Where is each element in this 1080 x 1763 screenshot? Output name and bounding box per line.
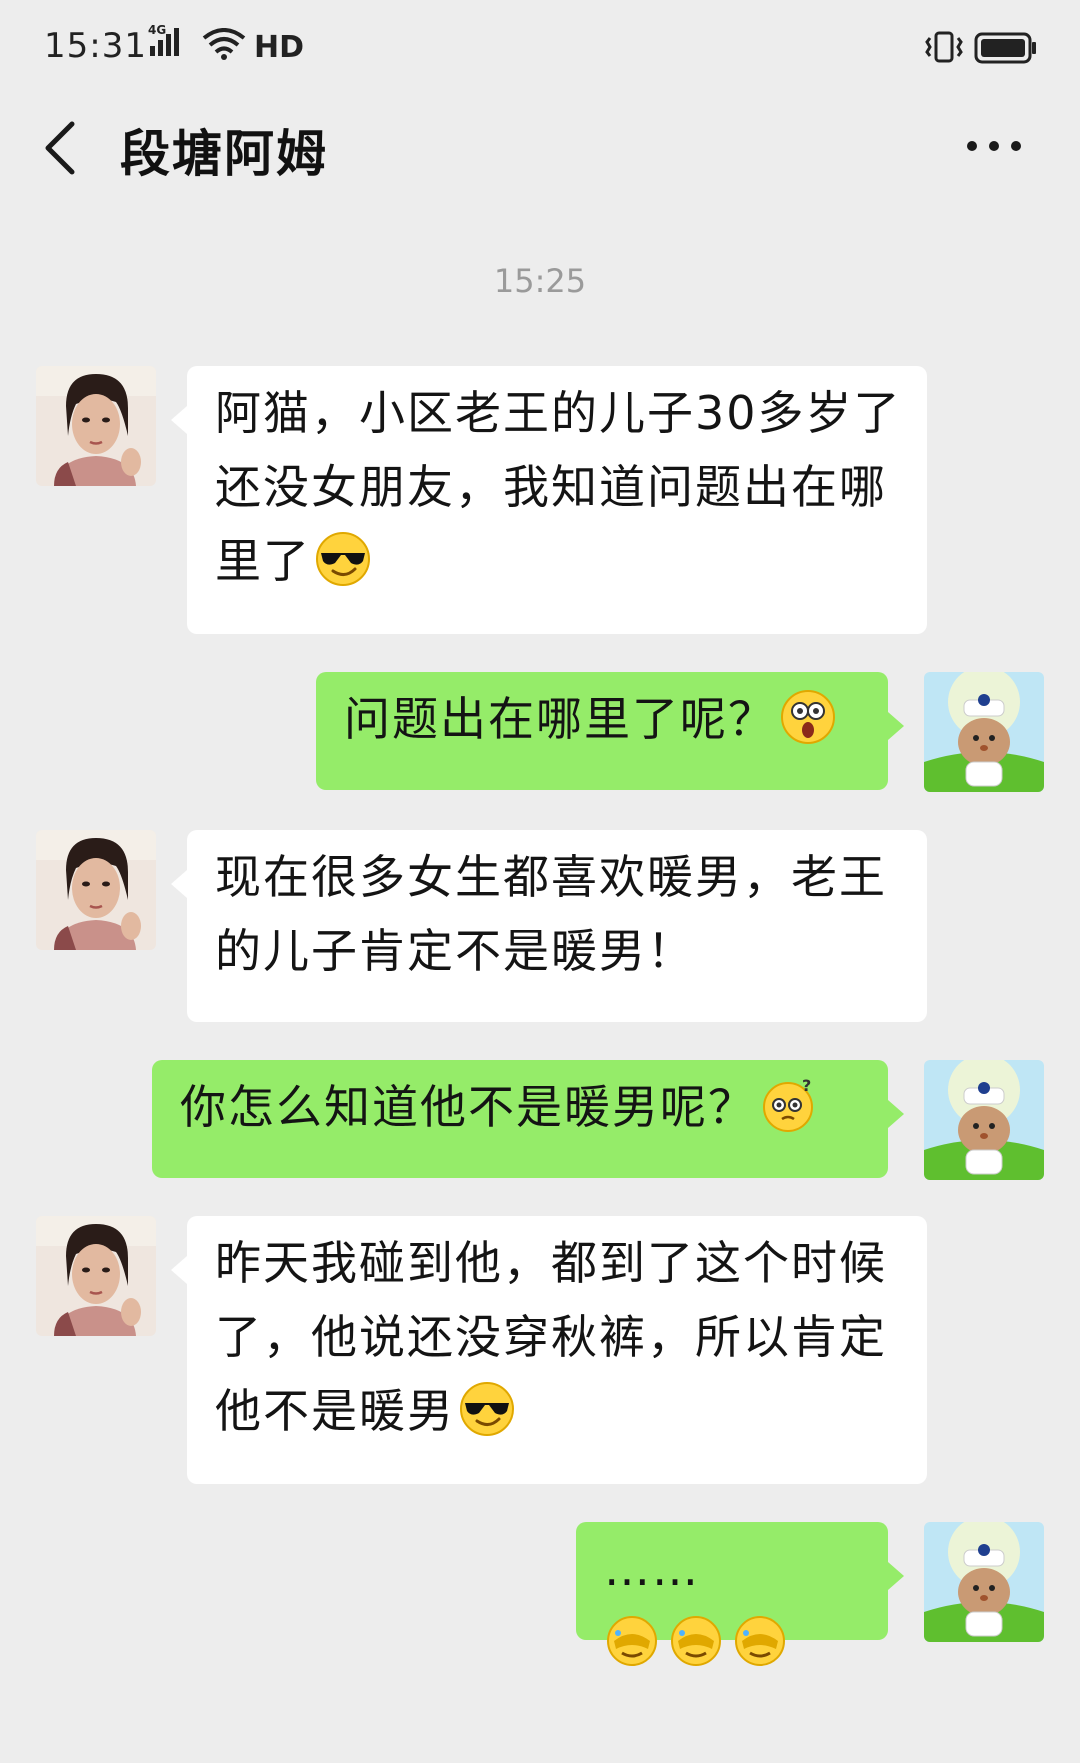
- more-dots-icon: [967, 141, 1021, 151]
- hd-indicator: HD: [254, 30, 305, 65]
- status-time: 15:31: [44, 26, 147, 66]
- wifi-icon: [202, 28, 246, 64]
- svg-text:4G: 4G: [148, 23, 166, 37]
- puzzled-face-emoji-icon: ?: [760, 1076, 816, 1133]
- message-bubble-incoming[interactable]: 阿猫，小区老王的儿子30多岁了还没女朋友，我知道问题出在哪里了: [171, 366, 927, 634]
- svg-text:?: ?: [802, 1077, 813, 1095]
- status-bar: 15:31 4G HD: [0, 0, 1080, 90]
- my-avatar[interactable]: [924, 1060, 1044, 1180]
- message-timestamp: 15:25: [493, 262, 587, 300]
- contact-avatar[interactable]: [36, 830, 156, 950]
- message-text: ……: [604, 1542, 700, 1596]
- chevron-left-icon: [45, 121, 75, 175]
- message-bubble-outgoing[interactable]: ……: [576, 1522, 904, 1666]
- message-bubble-incoming[interactable]: 昨天我碰到他，都到了这个时候了，他说还没穿秋裤，所以肯定他不是暖男: [171, 1216, 927, 1484]
- message-bubble-incoming[interactable]: 现在很多女生都喜欢暖男，老王的儿子肯定不是暖男！: [171, 830, 927, 1022]
- more-options-button[interactable]: [964, 126, 1024, 166]
- message-text: 问题出在哪里了呢？: [344, 692, 776, 746]
- contact-avatar[interactable]: [36, 1216, 156, 1336]
- chat-title: 段塘阿姆: [120, 125, 328, 183]
- my-avatar[interactable]: [924, 1522, 1044, 1642]
- back-button[interactable]: [38, 118, 88, 178]
- message-bubble-outgoing[interactable]: 你怎么知道他不是暖男呢？ ?: [152, 1060, 904, 1178]
- my-avatar[interactable]: [924, 672, 1044, 792]
- shocked-face-emoji-icon: [780, 689, 836, 745]
- cool-sunglasses-emoji-icon: [459, 1381, 515, 1437]
- contact-avatar[interactable]: [36, 366, 156, 486]
- vibrate-mode-icon: [924, 30, 964, 68]
- cellular-signal-icon: 4G: [148, 22, 196, 62]
- facepalm-emoji-icon: [604, 1613, 794, 1669]
- message-bubble-outgoing[interactable]: 问题出在哪里了呢？: [316, 672, 904, 790]
- message-text: 你怎么知道他不是暖男呢？: [180, 1080, 756, 1134]
- message-text: 现在很多女生都喜欢暖男，老王的儿子肯定不是暖男！: [215, 850, 887, 978]
- message-text: 昨天我碰到他，都到了这个时候了，他说还没穿秋裤，所以肯定他不是暖男: [215, 1236, 887, 1438]
- chat-header: 段塘阿姆: [0, 90, 1080, 200]
- cool-sunglasses-emoji-icon: [315, 531, 371, 587]
- battery-icon: [974, 32, 1038, 68]
